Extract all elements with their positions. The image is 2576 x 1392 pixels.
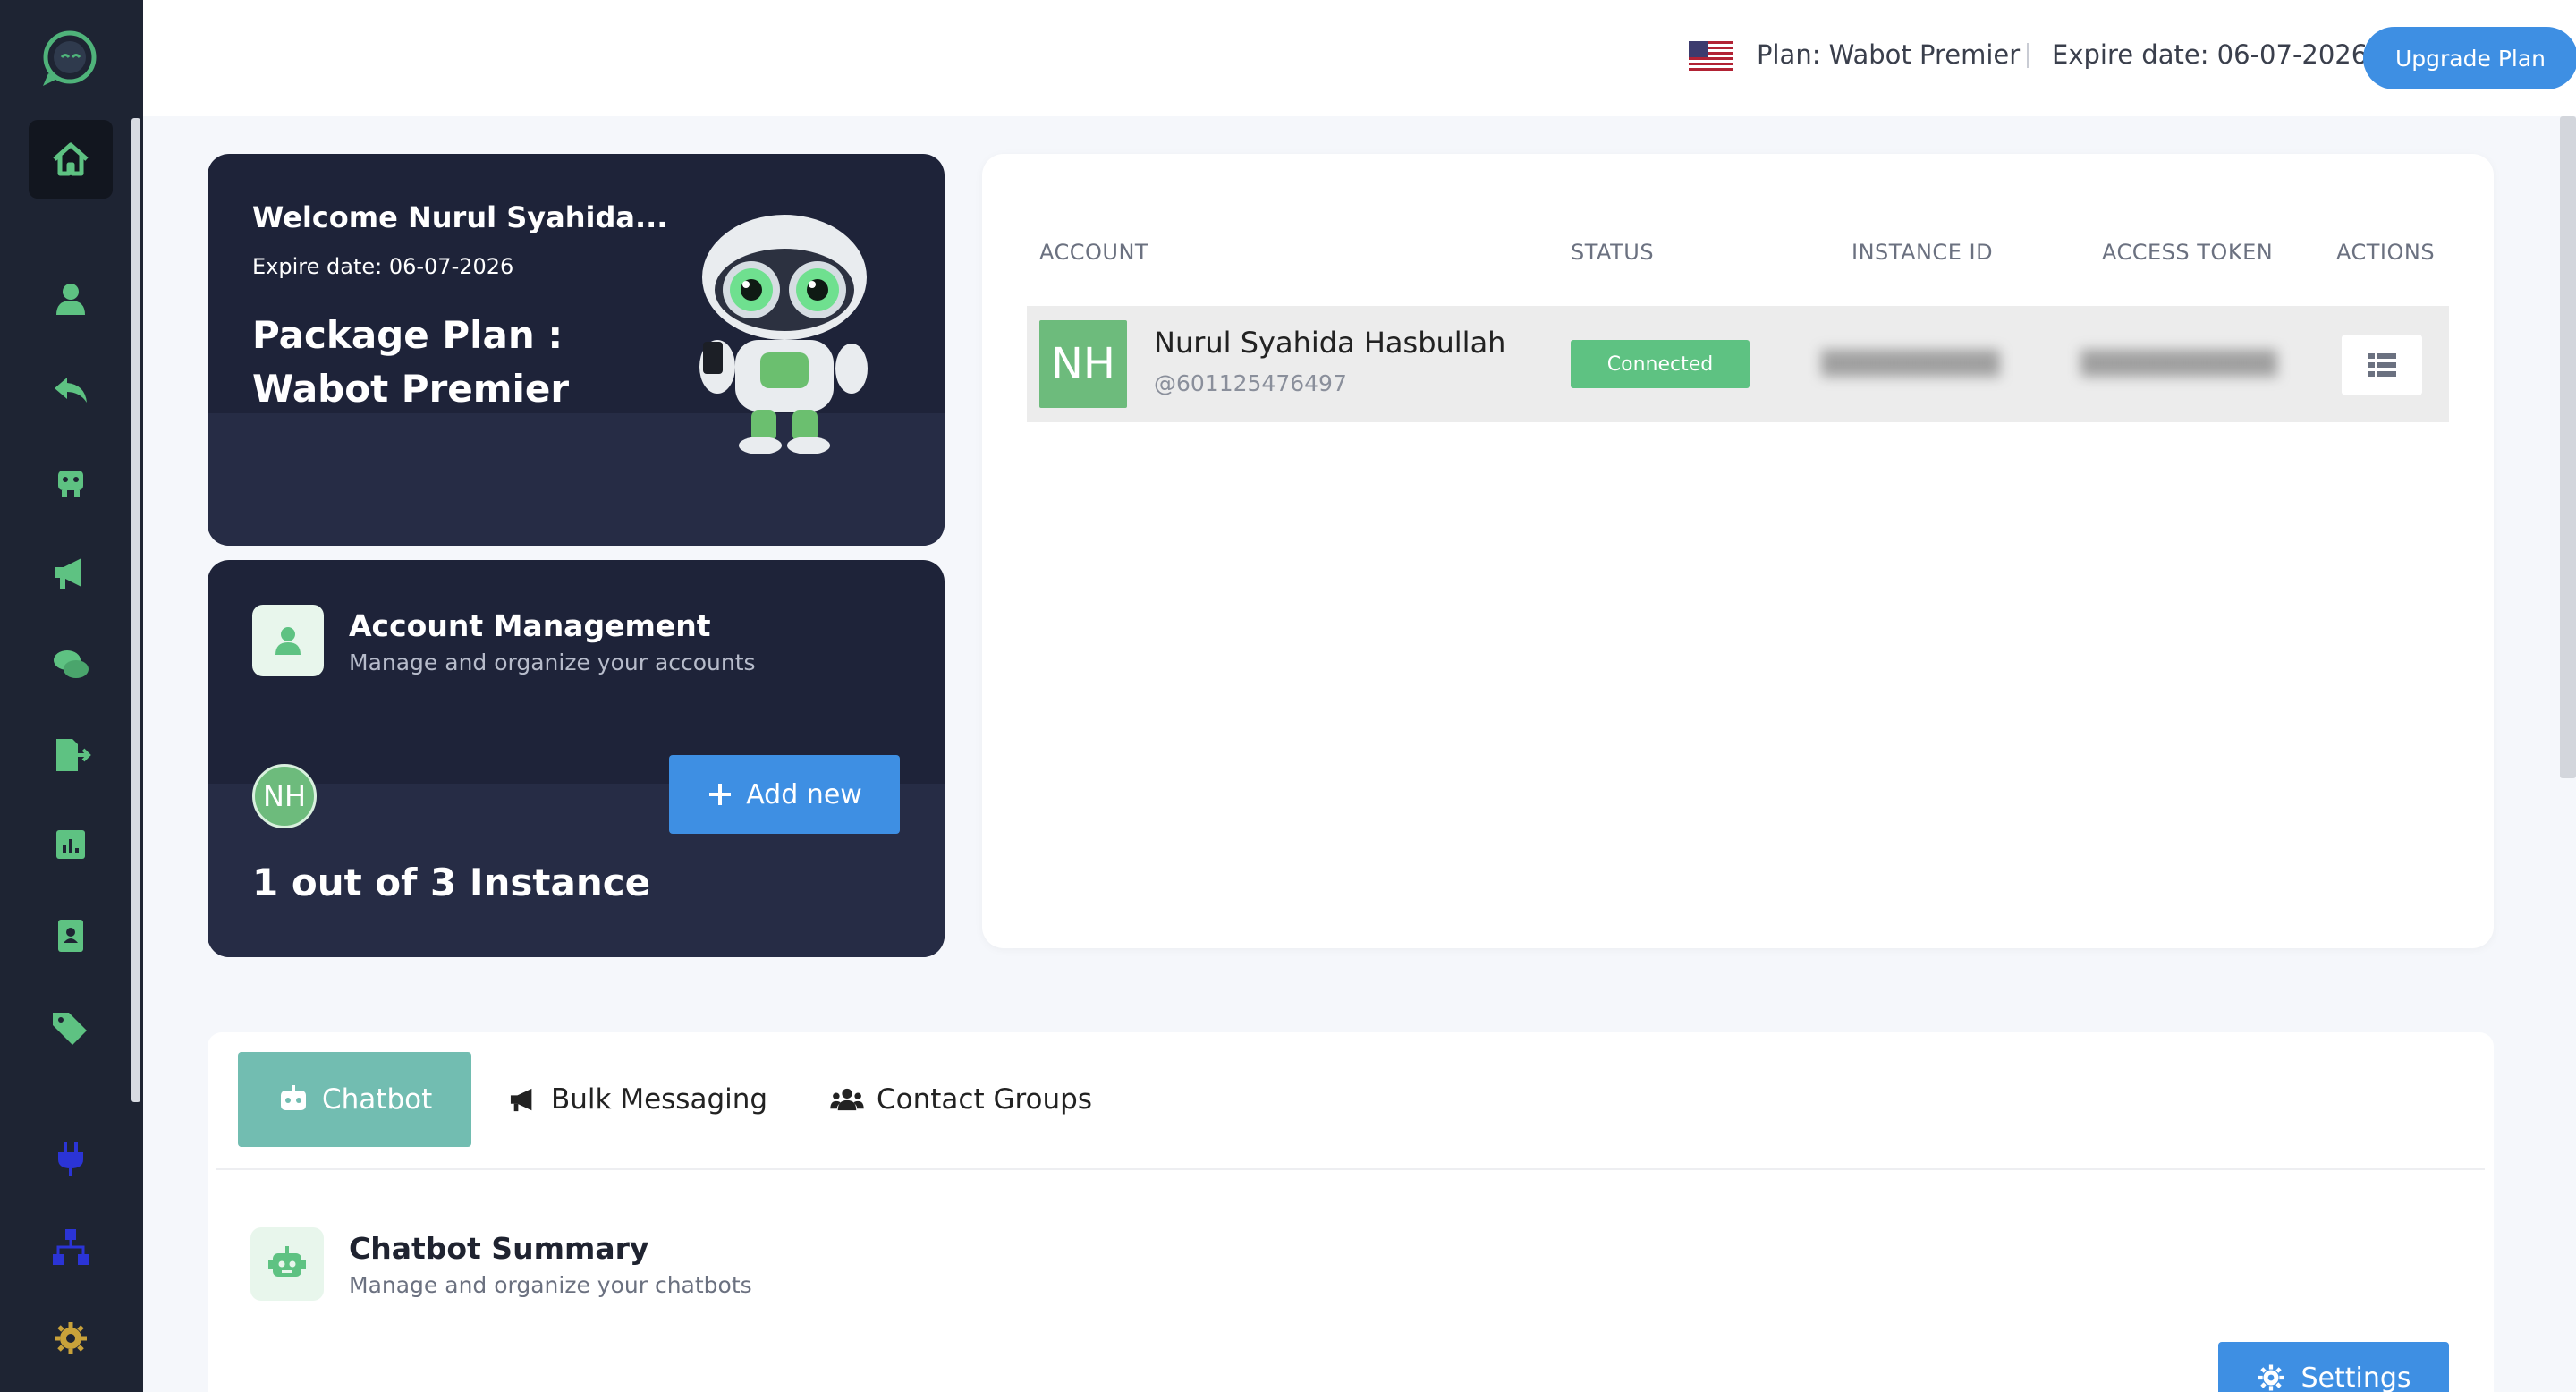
sidebar-item-contacts[interactable] xyxy=(29,259,113,338)
plan-label: Plan: Wabot Premier xyxy=(1757,39,2021,70)
add-new-button[interactable]: Add new xyxy=(669,755,900,834)
sidebar-item-chatbot[interactable] xyxy=(29,442,113,521)
account-management-title: Account Management xyxy=(349,608,711,643)
users-group-icon xyxy=(830,1088,864,1111)
chatbot-summary-title: Chatbot Summary xyxy=(349,1231,649,1266)
chatbot-summary-subtitle: Manage and organize your chatbots xyxy=(349,1272,752,1298)
plus-icon xyxy=(709,784,732,805)
account-management-card: Account Management Manage and organize y… xyxy=(208,560,945,957)
table-row: NH Nurul Syahida Hasbullah @601125476497… xyxy=(1027,306,2449,422)
column-header-instance-id: INSTANCE ID xyxy=(1852,240,1994,265)
tab-chatbot-label: Chatbot xyxy=(322,1083,433,1116)
tab-bulk-messaging-label: Bulk Messaging xyxy=(551,1083,768,1116)
account-avatar: NH xyxy=(1039,320,1127,408)
sidebar xyxy=(0,0,143,1392)
list-menu-icon xyxy=(2368,353,2396,377)
sidebar-item-contact-book[interactable] xyxy=(29,896,113,975)
column-header-account: ACCOUNT xyxy=(1039,240,1149,265)
topbar-divider xyxy=(2027,43,2029,68)
sidebar-item-flows[interactable] xyxy=(29,1208,113,1286)
robot-icon xyxy=(58,471,83,497)
column-header-access-token: ACCESS TOKEN xyxy=(2102,240,2274,265)
column-header-status: STATUS xyxy=(1571,240,1655,265)
chat-icon xyxy=(54,650,89,678)
account-name: Nurul Syahida Hasbullah xyxy=(1154,326,1506,360)
tabs-divider xyxy=(216,1168,2485,1170)
reply-icon xyxy=(55,378,87,403)
contact-book-icon xyxy=(58,920,83,952)
robot-icon xyxy=(281,1085,306,1110)
tab-chatbot[interactable]: Chatbot xyxy=(238,1052,472,1147)
export-icon xyxy=(56,739,91,771)
settings-button-label: Settings xyxy=(2301,1362,2411,1392)
status-badge: Connected xyxy=(1571,340,1750,388)
plug-icon xyxy=(58,1142,83,1176)
welcome-card: Welcome Nurul Syahida... Expire date: 06… xyxy=(208,154,945,546)
account-avatar[interactable]: NH xyxy=(252,764,317,828)
instance-id-blurred: ▒▒▒▒▒▒▒▒▒▒ xyxy=(1821,351,2000,378)
account-user-icon xyxy=(252,605,324,676)
user-icon xyxy=(56,284,85,315)
tab-contact-groups-label: Contact Groups xyxy=(877,1083,1092,1116)
sidebar-item-reports[interactable] xyxy=(29,805,113,884)
robot-icon xyxy=(268,1246,306,1277)
account-management-subtitle: Manage and organize your accounts xyxy=(349,649,756,675)
upgrade-plan-button[interactable]: Upgrade Plan xyxy=(2363,27,2576,89)
row-actions-button[interactable] xyxy=(2342,335,2422,395)
sidebar-scrollbar[interactable] xyxy=(131,118,140,1102)
tab-bulk-messaging[interactable]: Bulk Messaging xyxy=(508,1052,767,1147)
sidebar-item-replies[interactable] xyxy=(29,351,113,429)
welcome-title: Welcome Nurul Syahida... xyxy=(252,200,668,234)
robot-mascot-icon xyxy=(699,215,868,454)
us-flag-icon[interactable] xyxy=(1689,41,1733,73)
sidebar-item-tags[interactable] xyxy=(29,988,113,1066)
sidebar-item-integrations[interactable] xyxy=(29,1118,113,1197)
instance-count: 1 out of 3 Instance xyxy=(252,861,651,904)
top-bar: Plan: Wabot Premier Expire date: 06-07-2… xyxy=(143,0,2576,116)
gear-icon xyxy=(2258,1364,2284,1391)
column-header-actions: ACTIONS xyxy=(2336,240,2436,265)
sidebar-item-broadcast[interactable] xyxy=(29,533,113,612)
package-plan-value: Wabot Premier xyxy=(252,367,570,411)
home-icon xyxy=(53,142,89,176)
wabot-logo-icon[interactable] xyxy=(36,29,102,89)
access-token-blurred: ▒▒▒▒▒▒▒▒▒▒▒ xyxy=(2080,351,2277,378)
accounts-table-card: ACCOUNT STATUS INSTANCE ID ACCESS TOKEN … xyxy=(982,154,2494,948)
settings-button[interactable]: Settings xyxy=(2218,1342,2449,1392)
account-handle: @601125476497 xyxy=(1154,370,1347,396)
package-plan-label: Package Plan : xyxy=(252,313,564,357)
tags-icon xyxy=(53,1013,87,1045)
summary-section: Chatbot Bulk Messaging Contact Groups Ch… xyxy=(208,1032,2494,1392)
expire-date-label: Expire date: 06-07-2026 xyxy=(2052,39,2368,70)
megaphone-icon xyxy=(55,558,81,589)
sidebar-item-export[interactable] xyxy=(29,716,113,794)
sidebar-item-settings[interactable] xyxy=(29,1299,113,1378)
sidebar-item-home[interactable] xyxy=(29,120,113,199)
report-icon xyxy=(56,830,85,859)
add-new-label: Add new xyxy=(746,778,862,811)
gear-icon xyxy=(55,1322,87,1354)
welcome-expire-date: Expire date: 06-07-2026 xyxy=(252,254,514,279)
megaphone-icon xyxy=(510,1088,532,1112)
sidebar-item-chats[interactable] xyxy=(29,624,113,703)
sitemap-icon xyxy=(53,1229,89,1265)
tab-contact-groups[interactable]: Contact Groups xyxy=(830,1052,1092,1147)
page-scrollbar[interactable] xyxy=(2560,116,2576,778)
chatbot-summary-icon xyxy=(250,1227,324,1301)
